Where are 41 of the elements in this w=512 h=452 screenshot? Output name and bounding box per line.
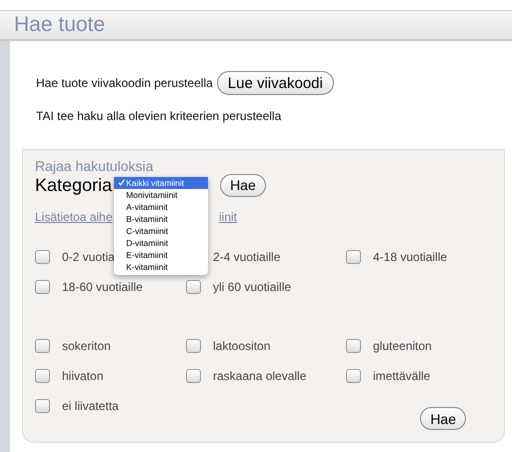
- checkbox-label: imettävälle: [373, 368, 430, 382]
- checkbox[interactable]: [35, 398, 50, 412]
- checkbox-label: laktoositon: [213, 338, 270, 352]
- checkbox-label: hiivaton: [62, 368, 104, 382]
- checkbox-label: 0-2 vuotia: [62, 250, 115, 264]
- dropdown-option[interactable]: Monivitamiinit: [114, 189, 208, 201]
- filter-heading: Rajaa hakutuloksia: [35, 158, 154, 174]
- category-label: Kategoria: [35, 174, 112, 196]
- checkbox-label: 18-60 vuotiaille: [62, 280, 143, 294]
- checkbox-label: ei liivatetta: [62, 398, 119, 412]
- barcode-label: Hae tuote viivakoodin perusteella: [36, 76, 213, 90]
- search-button[interactable]: Hae: [420, 407, 466, 430]
- checkbox-label: 2-4 vuotiaille: [213, 250, 280, 264]
- page-title: Hae tuote: [14, 13, 106, 37]
- dropdown-option[interactable]: B-vitamiinit: [114, 213, 208, 225]
- check-icon: [118, 179, 126, 186]
- dropdown-option[interactable]: E-vitamiinit: [114, 249, 208, 261]
- checkbox[interactable]: [346, 250, 361, 264]
- checkbox-label: raskaana olevalle: [213, 368, 306, 382]
- read-barcode-button[interactable]: Lue viivakoodi: [216, 71, 334, 95]
- dropdown-option[interactable]: D-vitamiinit: [114, 237, 208, 249]
- search-button[interactable]: Hae: [220, 174, 266, 196]
- dropdown-option[interactable]: Kaikki vitamiinit: [114, 177, 208, 189]
- checkbox[interactable]: [186, 368, 201, 382]
- checkbox-label: 4-18 vuotiaille: [373, 250, 448, 264]
- checkbox[interactable]: [186, 338, 201, 352]
- checkbox-label: sokeriton: [62, 338, 111, 352]
- alternative-text: TAI tee haku alla olevien kriteerien perusteella: [36, 109, 282, 123]
- checkbox[interactable]: [35, 368, 50, 382]
- category-dropdown-menu[interactable]: Kaikki vitamiinit Monivitamiinit A-vitamiinit B-vitamiinit C-vitamiinit D-vitamiinit E-vitamiinit K-vitamiinit: [114, 177, 208, 275]
- dropdown-option[interactable]: K-vitamiinit: [114, 261, 208, 273]
- dropdown-option[interactable]: C-vitamiinit: [114, 225, 208, 237]
- checkbox-label: gluteeniton: [373, 338, 432, 352]
- dropdown-option[interactable]: A-vitamiinit: [114, 201, 208, 213]
- checkbox[interactable]: [346, 368, 361, 382]
- checkbox[interactable]: [35, 280, 50, 294]
- checkbox[interactable]: [186, 280, 201, 294]
- checkbox[interactable]: [346, 338, 361, 352]
- checkbox-label: yli 60 vuotiaille: [213, 280, 292, 294]
- checkbox[interactable]: [35, 250, 50, 264]
- checkbox[interactable]: [35, 338, 50, 352]
